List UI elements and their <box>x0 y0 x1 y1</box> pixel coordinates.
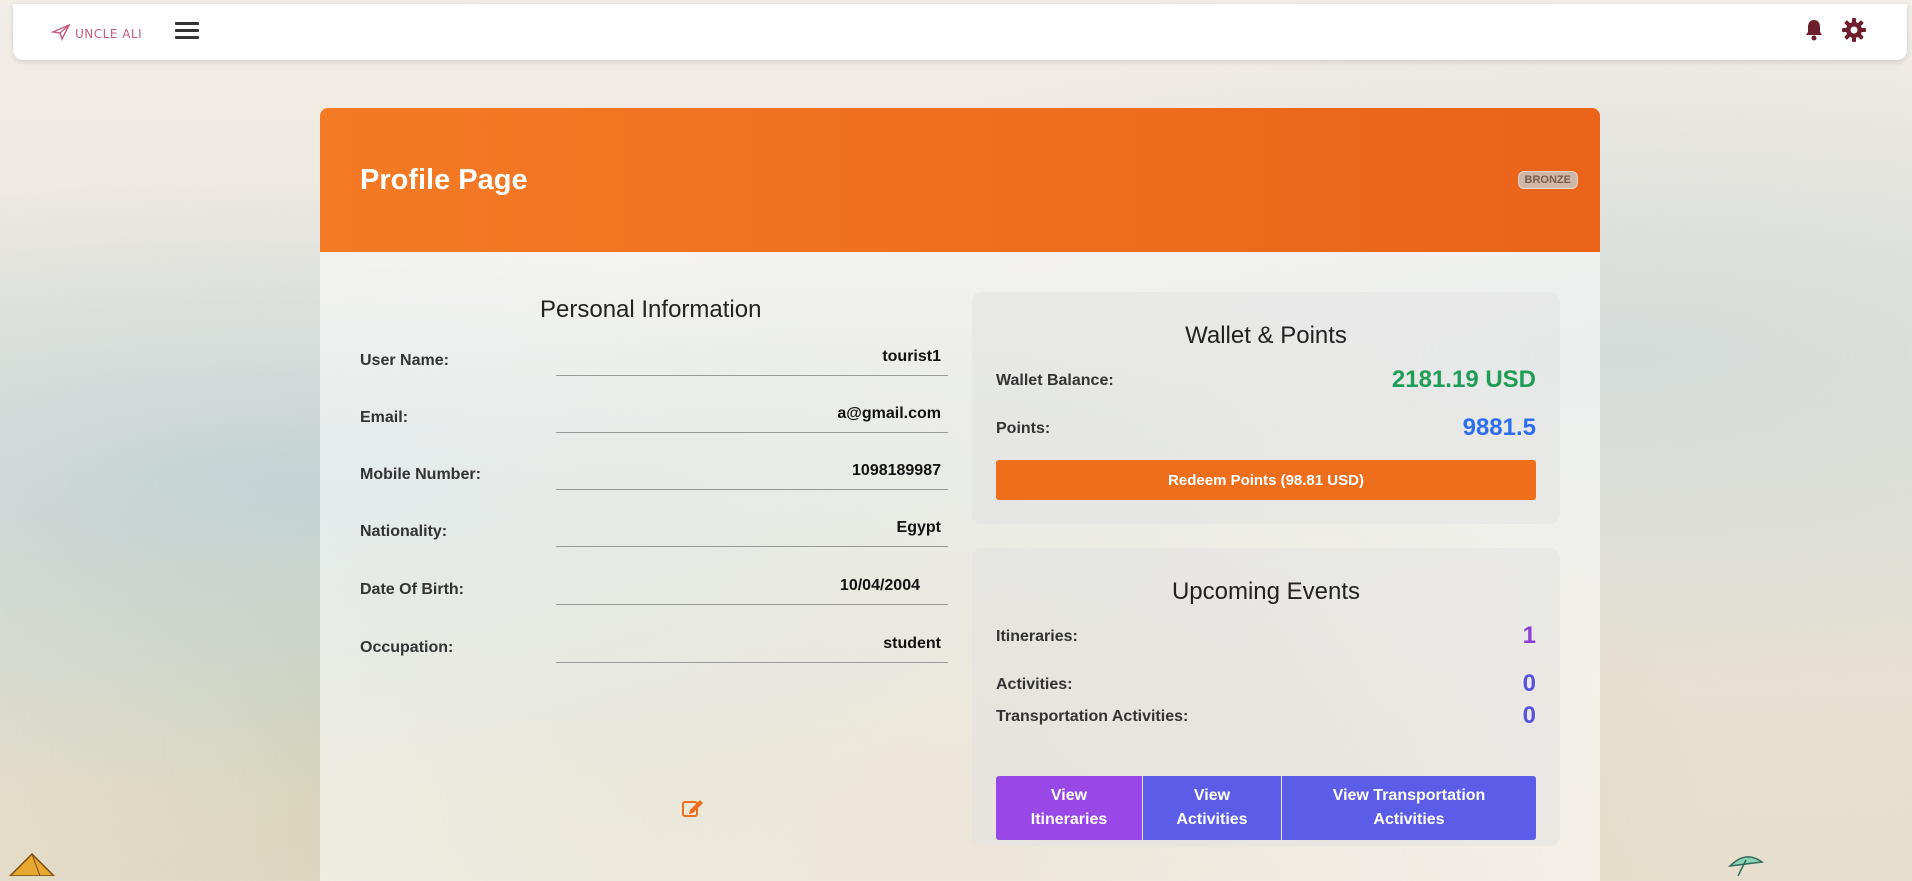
field-mobile: Mobile Number: 1098189987 <box>360 458 950 498</box>
occupation-value: student <box>556 631 948 663</box>
view-itineraries-button[interactable]: View Itineraries <box>996 776 1142 840</box>
itineraries-label: Itineraries: <box>996 628 1078 645</box>
transportation-label: Transportation Activities: <box>996 708 1189 725</box>
page-title: Profile Page <box>360 164 528 196</box>
plane-icon <box>50 21 71 46</box>
tier-badge: BRONZE <box>1517 171 1578 189</box>
field-label: User Name: <box>360 352 449 369</box>
gear-icon[interactable] <box>1841 16 1867 44</box>
view-transportation-button[interactable]: View Transportation Activities <box>1282 776 1536 840</box>
hamburger-icon[interactable] <box>175 22 199 42</box>
field-date-of-birth: Date Of Birth: 10/04/2004 <box>360 573 950 613</box>
wallet-title: Wallet & Points <box>1185 322 1347 349</box>
field-label: Date Of Birth: <box>360 581 464 598</box>
redeem-points-button[interactable]: Redeem Points (98.81 USD) <box>996 460 1536 500</box>
points-label: Points: <box>996 420 1051 437</box>
btn-line: View <box>1050 787 1088 804</box>
username-value: tourist1 <box>556 344 948 376</box>
wallet-balance-value: 2181.19 USD <box>1391 366 1536 393</box>
dob-value: 10/04/2004 <box>556 573 948 605</box>
itineraries-count: 1 <box>1522 622 1536 649</box>
personal-info-title: Personal Information <box>540 296 762 323</box>
wallet-points-panel: Wallet & Points Wallet Balance: 2181.19 … <box>972 292 1560 524</box>
btn-line: View Transportation <box>1332 787 1486 804</box>
points-value: 9881.5 <box>1462 414 1536 441</box>
field-label: Nationality: <box>360 523 448 540</box>
email-value: a@gmail.com <box>556 401 948 433</box>
logo-text: UNCLE ALI <box>75 26 143 41</box>
mobile-value: 1098189987 <box>556 458 948 490</box>
field-label: Email: <box>360 409 409 426</box>
app-logo[interactable]: UNCLE ALI <box>50 21 143 46</box>
activities-label: Activities: <box>996 676 1073 693</box>
field-username: User Name: tourist1 <box>360 344 950 384</box>
upcoming-events-panel: Upcoming Events Itineraries: 1 Activitie… <box>972 548 1560 846</box>
profile-header: Profile Page BRONZE <box>320 108 1600 252</box>
pyramid-decoration-icon <box>0 852 70 881</box>
field-nationality: Nationality: Egypt <box>360 515 950 555</box>
field-email: Email: a@gmail.com <box>360 401 950 441</box>
btn-line: Activities <box>1373 811 1445 828</box>
bell-icon[interactable] <box>1801 16 1827 44</box>
activities-count: 0 <box>1522 670 1536 697</box>
wallet-balance-label: Wallet Balance: <box>996 372 1114 389</box>
profile-card: Profile Page BRONZE Personal Information… <box>320 108 1600 881</box>
transportation-count: 0 <box>1522 702 1536 729</box>
btn-line: Activities <box>1176 811 1248 828</box>
field-label: Mobile Number: <box>360 466 481 483</box>
field-label: Occupation: <box>360 639 454 656</box>
edit-icon[interactable] <box>682 798 704 823</box>
view-activities-button[interactable]: View Activities <box>1143 776 1281 840</box>
events-title: Upcoming Events <box>1171 578 1361 605</box>
nationality-value: Egypt <box>556 515 948 547</box>
top-navbar: UNCLE ALI <box>13 4 1907 60</box>
btn-line: View <box>1193 787 1231 804</box>
btn-line: Itineraries <box>1030 811 1108 828</box>
umbrella-decoration-icon <box>1727 852 1764 881</box>
field-occupation: Occupation: student <box>360 631 950 671</box>
